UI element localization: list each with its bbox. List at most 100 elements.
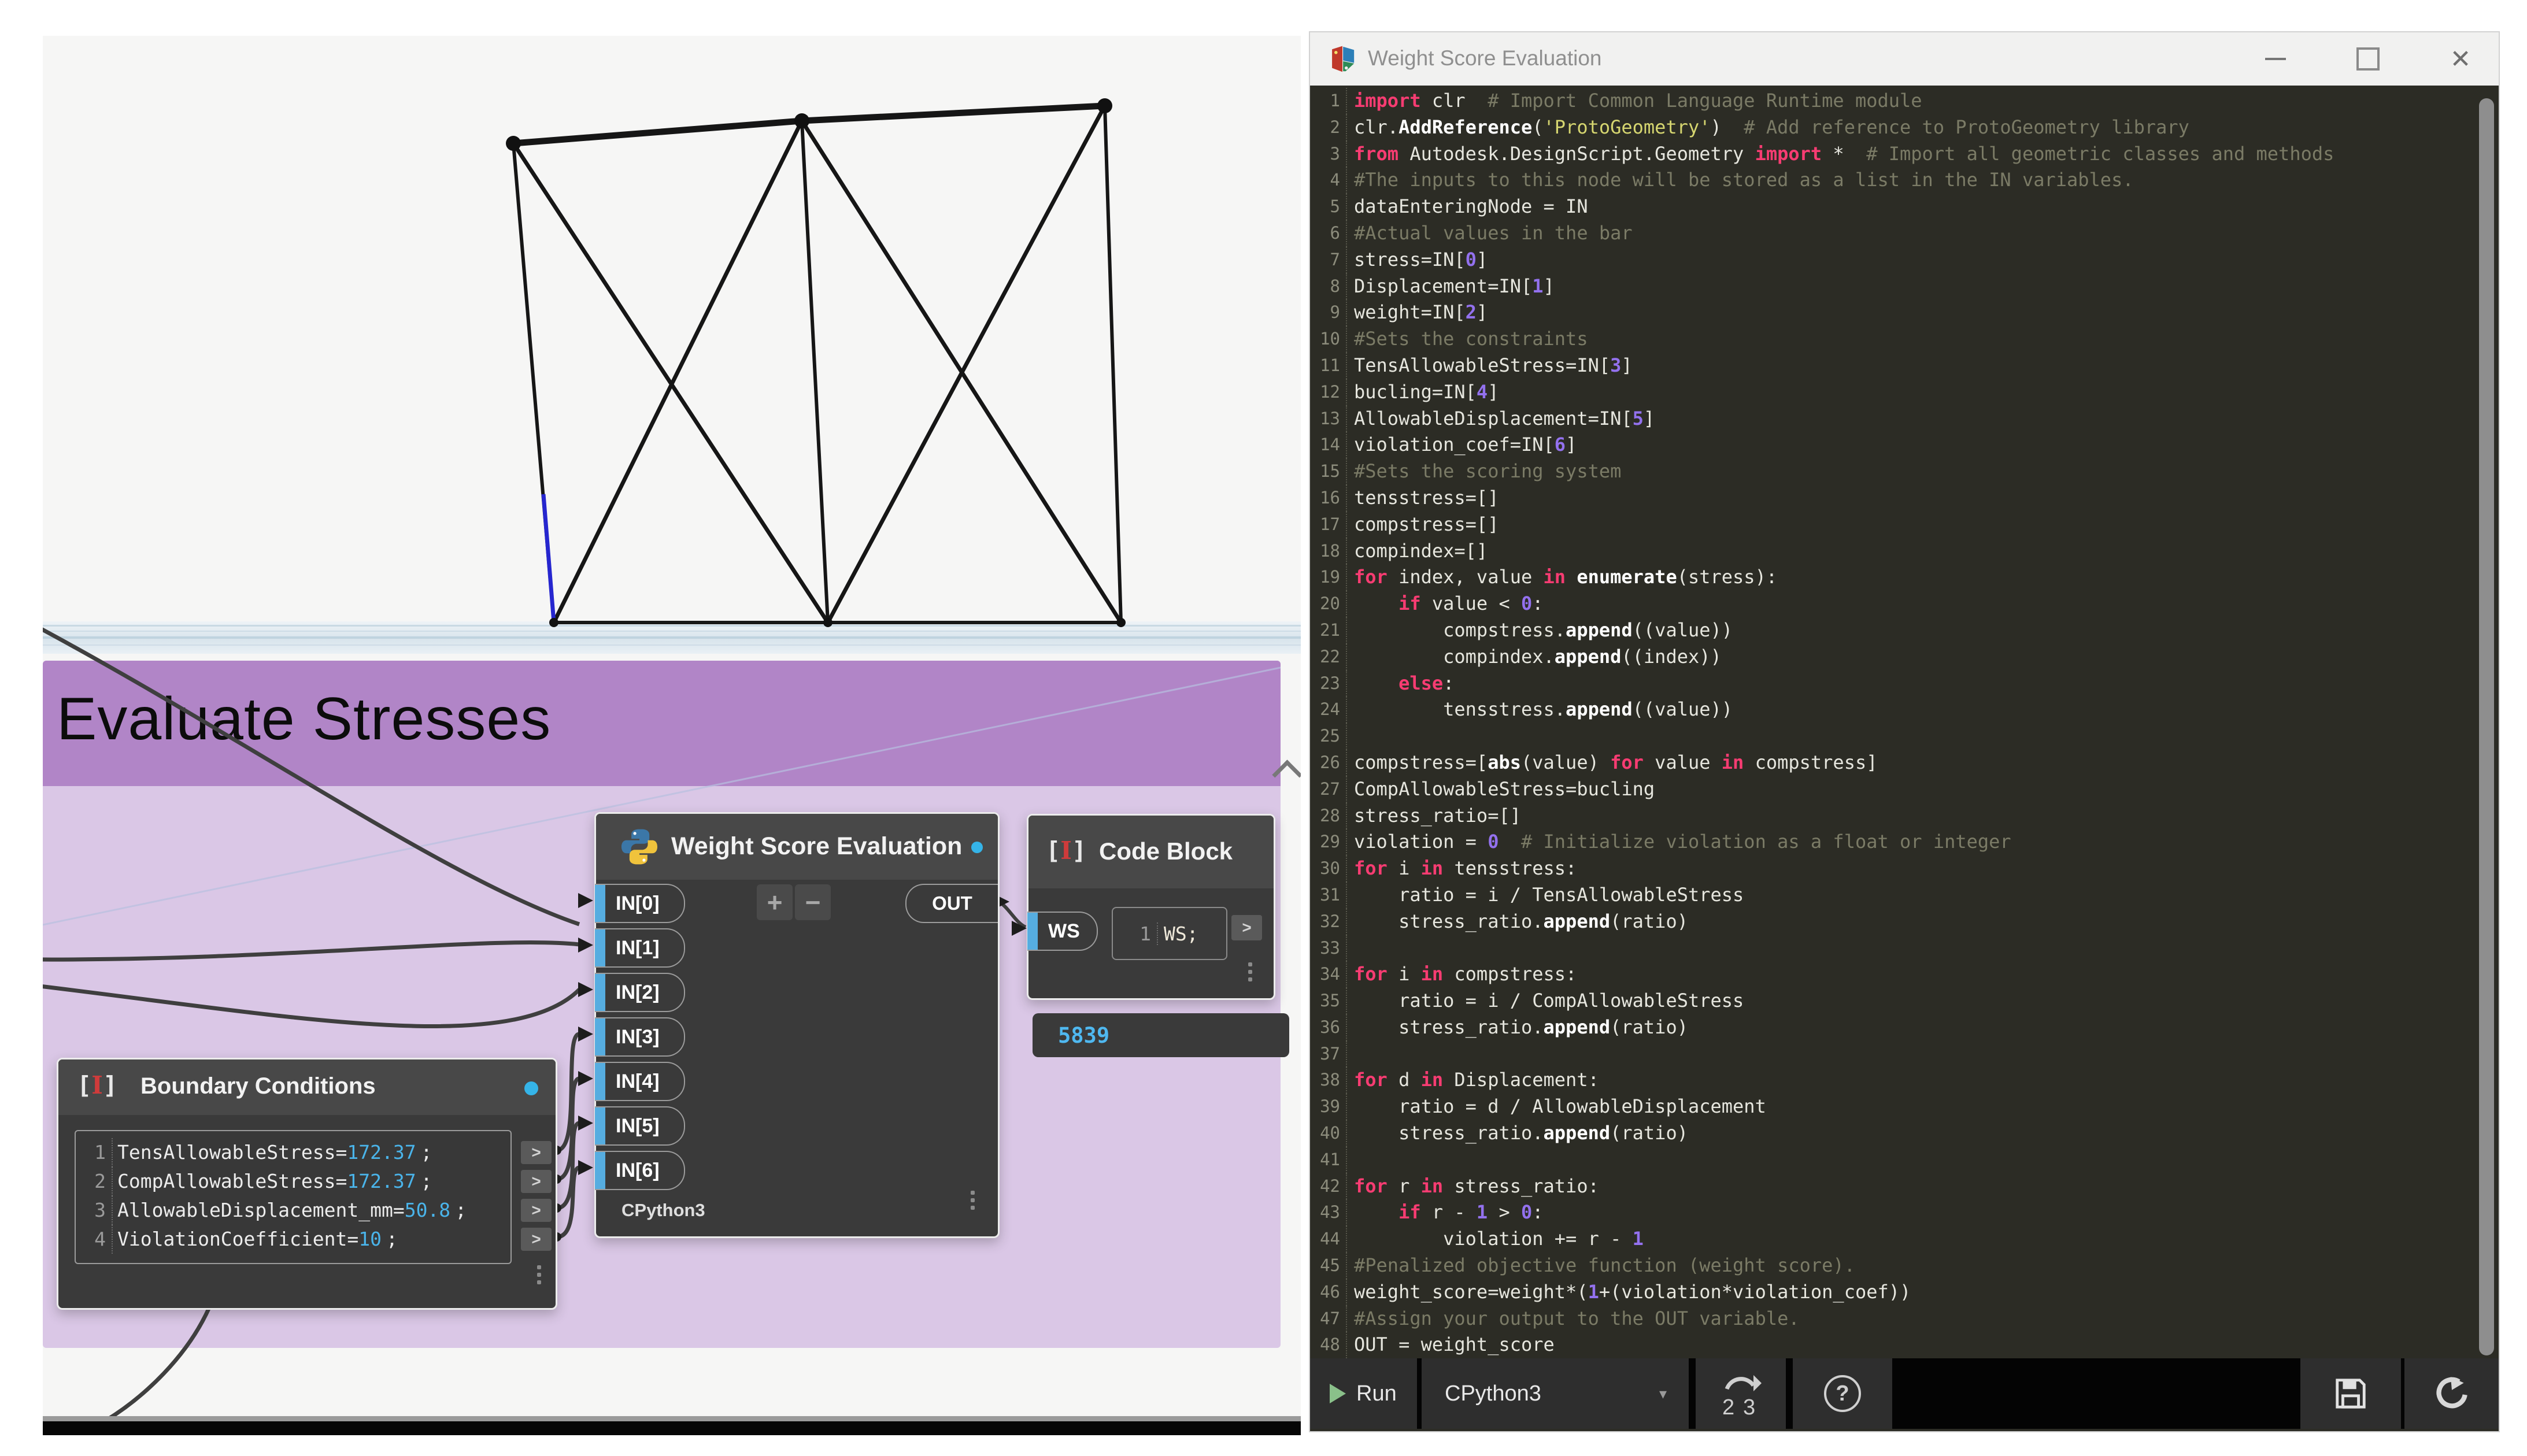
bc-code-line: 3AllowableDisplacement_mm=50.8; — [76, 1196, 510, 1225]
code-line: 39 ratio = d / AllowableDisplacement — [1310, 1094, 2499, 1120]
preview-state-dot[interactable] — [524, 1081, 538, 1095]
node-weight-score-evaluation[interactable]: Weight Score Evaluation + − OUT CPython3… — [594, 812, 1000, 1238]
engine-dropdown[interactable]: CPython3 ▾ — [1422, 1358, 1689, 1429]
code-line: 2clr.AddReference('ProtoGeometry') # Add… — [1310, 114, 2499, 141]
code-line: 13AllowableDisplacement=IN[5] — [1310, 406, 2499, 432]
bc-code-line: 4ViolationCoefficient=10; — [76, 1225, 510, 1254]
bc-output-button[interactable]: > — [521, 1228, 552, 1251]
minimize-button[interactable] — [2252, 32, 2299, 86]
node-boundary-conditions[interactable]: [I] Boundary Conditions 1TensAllowableSt… — [57, 1058, 557, 1310]
code-line: 29violation = 0 # Initialize violation a… — [1310, 829, 2499, 855]
bc-output-button[interactable]: > — [521, 1170, 552, 1193]
chevron-down-icon: ▾ — [1659, 1385, 1667, 1403]
input-port-in[3][interactable]: IN[3] — [595, 1017, 685, 1057]
code-line: 30for i in tensstress: — [1310, 855, 2499, 882]
python-editor-window[interactable]: Weight Score Evaluation ✕ 1import clr # … — [1310, 32, 2499, 1431]
bc-code-line: 1TensAllowableStress=172.37; — [76, 1138, 510, 1167]
engine-label: CPython3 — [621, 1200, 705, 1221]
code-line: 36 stress_ratio.append(ratio) — [1310, 1014, 2499, 1041]
svg-text:3: 3 — [1743, 1395, 1755, 1418]
close-button[interactable]: ✕ — [2437, 32, 2484, 86]
code-lines: 1import clr # Import Common Language Run… — [1310, 88, 2499, 1358]
bc-output-button[interactable]: > — [521, 1199, 552, 1222]
input-port-in[4][interactable]: IN[4] — [595, 1062, 685, 1101]
wire[interactable] — [106, 1307, 209, 1420]
code-line: 28stress_ratio=[] — [1310, 803, 2499, 829]
node-header[interactable]: [I] Code Block — [1028, 816, 1274, 888]
preview-value-bubble[interactable]: 5839 — [1033, 1013, 1289, 1057]
run-button[interactable]: Run — [1310, 1358, 1417, 1429]
revert-button[interactable] — [2404, 1358, 2499, 1429]
code-line: 47#Assign your output to the OUT variabl… — [1310, 1306, 2499, 1332]
code-line: 15#Sets the scoring system — [1310, 458, 2499, 485]
input-port-ws[interactable]: WS — [1027, 912, 1098, 951]
code-line: 9weight=IN[2] — [1310, 299, 2499, 326]
code-line: 25 — [1310, 723, 2499, 750]
save-button[interactable] — [2300, 1358, 2401, 1429]
wire[interactable] — [43, 942, 579, 959]
scrollbar-thumb[interactable] — [2479, 98, 2494, 1355]
cb-code-editor[interactable]: 1 WS; — [1112, 907, 1227, 960]
port-bar — [1027, 913, 1038, 950]
code-line: 42for r in stress_ratio: — [1310, 1173, 2499, 1200]
code-line: 1import clr # Import Common Language Run… — [1310, 88, 2499, 114]
input-port-in[1][interactable]: IN[1] — [595, 928, 685, 968]
code-line: 5dataEnteringNode = IN — [1310, 194, 2499, 220]
code-line: 3from Autodesk.DesignScript.Geometry imp… — [1310, 141, 2499, 168]
code-line: 35 ratio = i / CompAllowableStress — [1310, 988, 2499, 1014]
code-line: 41 — [1310, 1147, 2499, 1173]
code-line: 40 stress_ratio.append(ratio) — [1310, 1120, 2499, 1147]
help-button[interactable]: ? — [1793, 1358, 1892, 1429]
code-line: 17compstress=[] — [1310, 512, 2499, 538]
input-port-in[2][interactable]: IN[2] — [595, 973, 685, 1012]
input-port-in[5][interactable]: IN[5] — [595, 1106, 685, 1146]
node-title: Code Block — [1099, 838, 1233, 865]
script-editor[interactable]: 1import clr # Import Common Language Run… — [1310, 86, 2499, 1361]
node-menu-icon[interactable] — [971, 1191, 975, 1213]
code-line: 44 violation += r - 1 — [1310, 1226, 2499, 1253]
input-port-in[0][interactable]: IN[0] — [595, 884, 685, 923]
code-block-icon: [I] — [77, 1071, 117, 1099]
code-line: 21 compstress.append((value)) — [1310, 617, 2499, 644]
add-input-button[interactable]: + — [757, 884, 793, 920]
node-menu-icon[interactable] — [537, 1265, 542, 1288]
node-header[interactable]: Weight Score Evaluation — [596, 814, 998, 880]
code-line: 24 tensstress.append((value)) — [1310, 696, 2499, 723]
code-line: 19for index, value in enumerate(stress): — [1310, 564, 2499, 591]
node-title: Weight Score Evaluation — [671, 832, 962, 861]
node-header[interactable]: [I] Boundary Conditions — [58, 1059, 556, 1115]
bc-output-button[interactable]: > — [521, 1141, 552, 1164]
input-port-in[6][interactable]: IN[6] — [595, 1151, 685, 1190]
code-line: 10#Sets the constraints — [1310, 326, 2499, 353]
preview-state-dot[interactable] — [971, 842, 983, 853]
code-line: 33 — [1310, 935, 2499, 962]
dynamo-canvas[interactable]: Evaluate Stresses — [43, 36, 1301, 1435]
wire[interactable] — [43, 625, 579, 924]
output-port-out[interactable]: OUT — [905, 884, 998, 923]
undo-icon — [2433, 1375, 2471, 1413]
node-menu-icon[interactable] — [1248, 962, 1253, 985]
code-line: 11TensAllowableStress=IN[3] — [1310, 353, 2499, 379]
play-icon — [1330, 1384, 1346, 1403]
code-block-icon: [I] — [1046, 836, 1086, 865]
window-titlebar[interactable]: Weight Score Evaluation ✕ — [1310, 32, 2499, 86]
code-line: 8Displacement=IN[1] — [1310, 273, 2499, 300]
maximize-button[interactable] — [2345, 32, 2391, 86]
node-code-block[interactable]: [I] Code Block WS 1 WS; > — [1027, 814, 1275, 1000]
code-line: 7stress=IN[0] — [1310, 247, 2499, 273]
code-line: 34for i in compstress: — [1310, 961, 2499, 988]
wire[interactable] — [43, 986, 579, 1026]
python-icon — [620, 828, 658, 866]
cb-output-button[interactable]: > — [1231, 915, 1262, 940]
migration-2-3-icon: 2 3 — [1718, 1369, 1764, 1418]
code-line: 48OUT = weight_score — [1310, 1332, 2499, 1358]
code-line: 31 ratio = i / TensAllowableStress — [1310, 882, 2499, 909]
migrate-2to3-button[interactable]: 2 3 — [1696, 1358, 1786, 1429]
remove-input-button[interactable]: − — [795, 884, 831, 920]
code-line: 23 else: — [1310, 670, 2499, 697]
editor-toolbar: Run CPython3 ▾ 2 3 ? — [1310, 1358, 2499, 1429]
bc-code-editor[interactable]: 1TensAllowableStress=172.37;2CompAllowab… — [75, 1130, 512, 1264]
code-line: 12bucling=IN[4] — [1310, 379, 2499, 406]
code-line: 16tensstress=[] — [1310, 485, 2499, 512]
code-line: 22 compindex.append((index)) — [1310, 644, 2499, 670]
